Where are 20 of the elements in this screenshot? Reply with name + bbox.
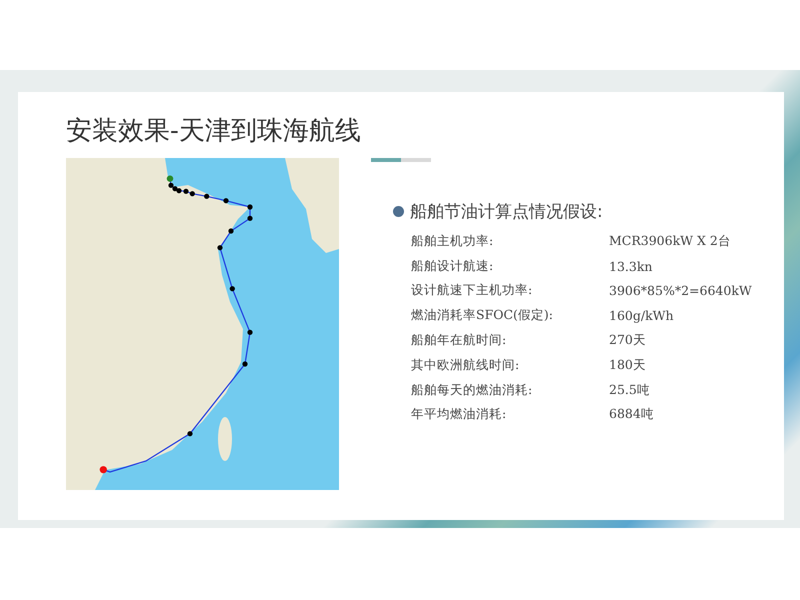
parameter-label: 其中欧洲航线时间:	[411, 356, 520, 374]
parameter-value: 6884吨	[609, 406, 655, 424]
parameter-value: MCR3906kW X 2台	[609, 232, 732, 250]
parameter-value: 13.3kn	[609, 258, 654, 274]
parameter-value: 270天	[609, 332, 647, 350]
parameter-label: 船舶设计航速:	[411, 258, 494, 275]
bullet-icon	[393, 206, 404, 217]
parameter-label: 船舶主机功率:	[411, 232, 494, 250]
parameter-value: 180天	[609, 356, 647, 374]
parameter-value: 3906*85%*2=6640kW	[609, 283, 752, 298]
parameter-label: 年平均燃油消耗:	[411, 406, 508, 424]
slide-title: 安装效果-天津到珠海航线	[66, 115, 362, 148]
parameter-value: 25.5吨	[609, 382, 651, 399]
parameter-label: 船舶每天的燃油消耗:	[411, 382, 534, 399]
parameter-value: 160g/kWh	[609, 308, 675, 324]
parameter-label: 设计航速下主机功率:	[411, 282, 534, 300]
accent-bar	[371, 158, 431, 162]
section-heading: 船舶节油计算点情况假设:	[410, 201, 603, 223]
parameter-label: 船舶年在航时间:	[411, 332, 508, 350]
parameter-label: 燃油消耗率SFOC(假定):	[411, 307, 554, 324]
